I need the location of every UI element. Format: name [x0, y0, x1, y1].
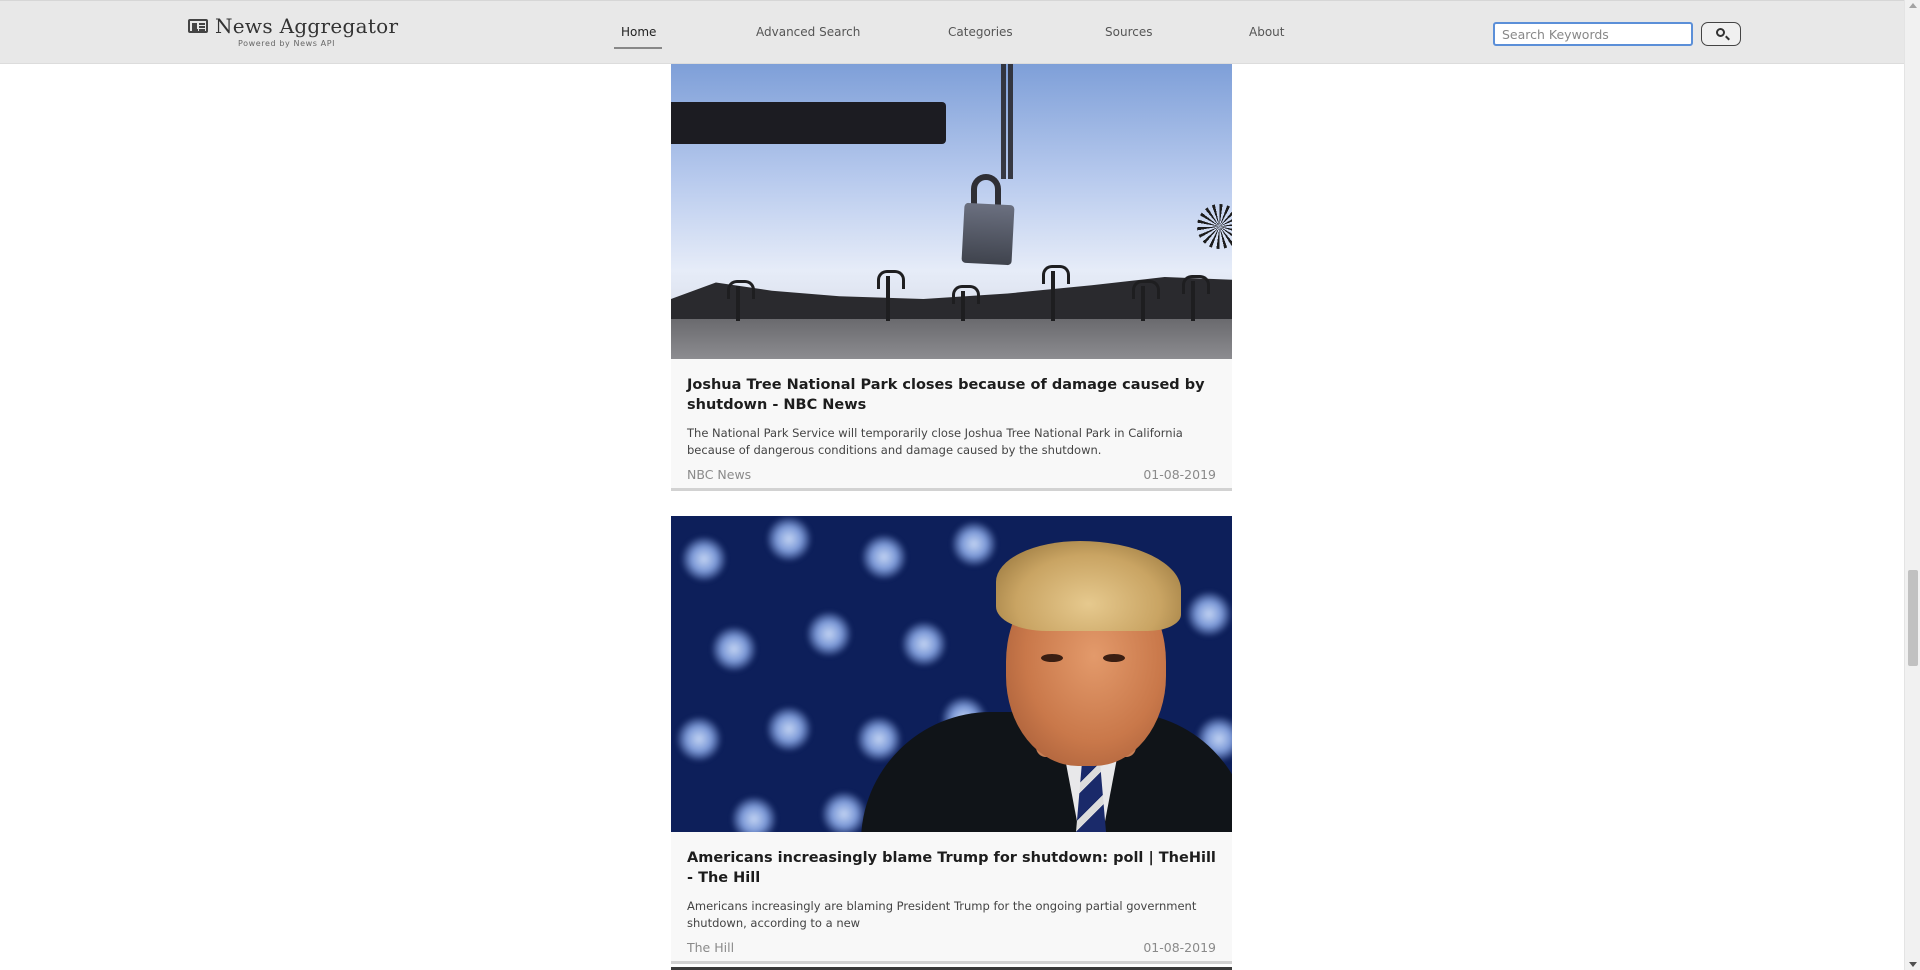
- brand-subtitle: Powered by News API: [238, 39, 336, 48]
- nav-sources[interactable]: Sources: [1105, 25, 1152, 39]
- article-image[interactable]: [671, 64, 1232, 359]
- active-nav-indicator: [614, 47, 662, 49]
- newspaper-icon: [188, 19, 208, 33]
- brand-title: News Aggregator: [215, 14, 399, 38]
- nav-categories[interactable]: Categories: [948, 25, 1013, 39]
- nav-about[interactable]: About: [1249, 25, 1284, 39]
- search-button[interactable]: [1701, 22, 1741, 46]
- article-card[interactable]: Joshua Tree National Park closes because…: [671, 64, 1232, 491]
- article-card[interactable]: Americans increasingly blame Trump for s…: [671, 516, 1232, 964]
- scrollbar-thumb[interactable]: [1908, 570, 1918, 666]
- article-title[interactable]: Joshua Tree National Park closes because…: [687, 375, 1216, 415]
- nav-home[interactable]: Home: [621, 25, 656, 39]
- article-image[interactable]: [671, 516, 1232, 832]
- top-navbar: News Aggregator Powered by News API Home…: [0, 0, 1904, 64]
- article-date: 01-08-2019: [1143, 467, 1216, 482]
- page-scrollbar[interactable]: [1904, 0, 1920, 970]
- article-title[interactable]: Americans increasingly blame Trump for s…: [687, 848, 1216, 888]
- padlock-image-detail: [961, 202, 1015, 266]
- search-input[interactable]: [1493, 22, 1693, 46]
- search-icon: [1716, 28, 1725, 37]
- article-source: NBC News: [687, 467, 752, 482]
- scroll-down-arrow-icon[interactable]: [1909, 962, 1917, 967]
- article-description: Americans increasingly are blaming Presi…: [687, 899, 1197, 930]
- scroll-up-arrow-icon[interactable]: [1909, 3, 1917, 8]
- brand[interactable]: News Aggregator Powered by News API: [188, 14, 398, 48]
- article-description: The National Park Service will temporari…: [687, 426, 1183, 457]
- article-date: 01-08-2019: [1143, 940, 1216, 955]
- article-source: The Hill: [687, 940, 735, 955]
- nav-advanced-search[interactable]: Advanced Search: [756, 25, 860, 39]
